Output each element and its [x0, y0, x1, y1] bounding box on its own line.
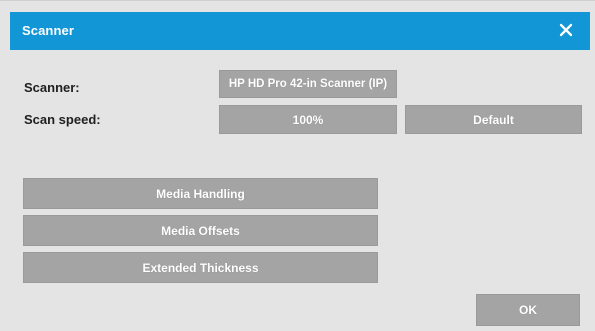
scan-speed-select[interactable]: 100% [219, 105, 397, 134]
media-handling-button[interactable]: Media Handling [23, 178, 378, 209]
media-offsets-label: Media Offsets [161, 223, 240, 238]
ok-label: OK [519, 303, 537, 317]
media-handling-label: Media Handling [156, 186, 245, 201]
scanner-value: HP HD Pro 42-in Scanner (IP) [228, 78, 388, 90]
media-offsets-button[interactable]: Media Offsets [23, 215, 378, 246]
dialog-title-bar: Scanner [10, 12, 590, 50]
extended-thickness-button[interactable]: Extended Thickness [23, 252, 378, 283]
dialog-title: Scanner [22, 23, 75, 38]
close-icon[interactable] [554, 18, 578, 42]
scanner-select[interactable]: HP HD Pro 42-in Scanner (IP) [219, 70, 397, 98]
scan-speed-label: Scan speed: [24, 112, 101, 127]
ok-button[interactable]: OK [476, 294, 580, 326]
extended-thickness-label: Extended Thickness [142, 260, 259, 275]
scan-speed-value: 100% [292, 112, 324, 127]
default-label: Default [473, 112, 514, 127]
scanner-label: Scanner: [24, 80, 80, 95]
scanner-dialog: Scanner Scanner: HP HD Pro 42-in Scanner… [0, 0, 595, 331]
default-button[interactable]: Default [405, 105, 582, 134]
